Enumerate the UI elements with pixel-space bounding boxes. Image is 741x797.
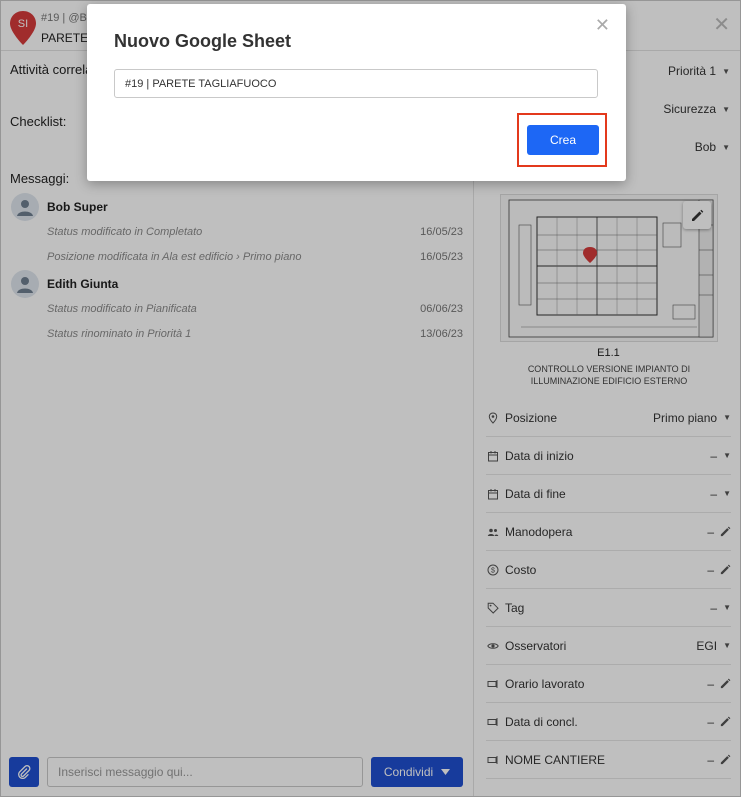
sheet-name-input[interactable] (114, 69, 598, 98)
create-button[interactable]: Crea (527, 125, 599, 155)
dialog-title: Nuovo Google Sheet (114, 31, 292, 51)
close-icon[interactable]: ✕ (595, 16, 610, 34)
new-google-sheet-dialog: Nuovo Google Sheet ✕ Crea (87, 4, 626, 181)
highlight-frame: Crea (517, 113, 607, 167)
